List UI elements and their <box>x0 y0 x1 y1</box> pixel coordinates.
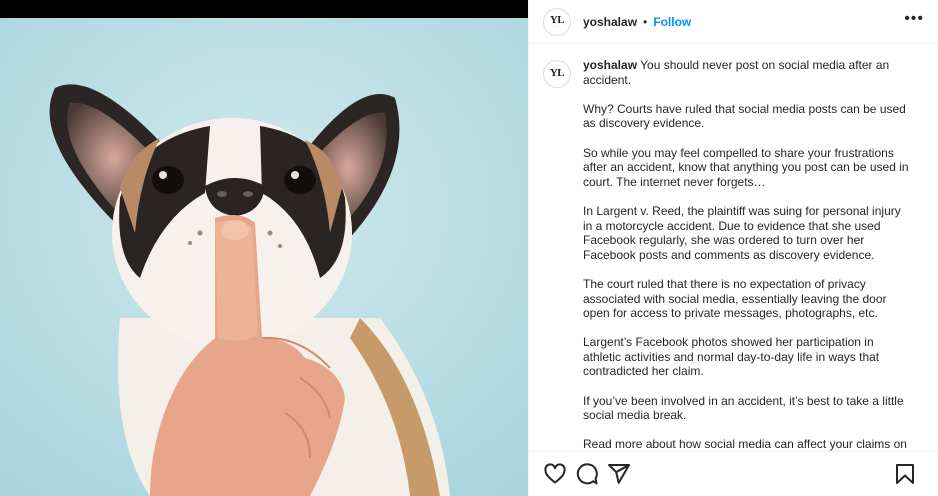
caption-paragraph: In Largent v. Reed, the plaintiff was su… <box>583 203 901 262</box>
caption-avatar[interactable]: YL ······ <box>543 60 571 88</box>
caption-paragraph: So while you may feel compelled to share… <box>583 145 909 189</box>
caption-text: yoshalaw You should never post on social… <box>583 58 913 451</box>
french-bulldog-shush-image <box>0 18 528 496</box>
follow-button[interactable]: Follow <box>653 15 691 29</box>
post-header: YL ······ yoshalaw • Follow ••• <box>529 0 938 44</box>
caption-row: YL ······ yoshalaw You should never post… <box>543 58 925 451</box>
more-options-icon[interactable]: ••• <box>904 11 924 27</box>
caption-paragraph: yoshalaw You should never post on social… <box>583 58 913 87</box>
caption-paragraph: Largent’s Facebook photos showed her par… <box>583 335 880 379</box>
caption-avatar-monogram: YL <box>549 66 565 79</box>
post-panel: YL ······ yoshalaw • Follow ••• YL ·····… <box>528 0 938 496</box>
caption-avatar-subtext: ······ <box>554 77 560 81</box>
caption-username[interactable]: yoshalaw <box>583 58 637 72</box>
avatar-subtext: ······ <box>554 25 560 28</box>
post-media[interactable] <box>0 0 528 496</box>
comment-icon[interactable] <box>575 462 599 486</box>
bookmark-icon[interactable] <box>893 462 917 486</box>
caption-paragraph: The court ruled that there is no expecta… <box>583 276 887 321</box>
share-icon[interactable] <box>607 462 631 486</box>
avatar-monogram: YL <box>549 14 565 26</box>
caption-paragraph: Read more about how social media can aff… <box>583 437 907 451</box>
heart-icon[interactable] <box>543 462 567 486</box>
caption-scroll-area[interactable]: YL ······ yoshalaw You should never post… <box>529 44 938 451</box>
header-username[interactable]: yoshalaw <box>583 15 637 29</box>
avatar[interactable]: YL ······ <box>543 7 571 36</box>
caption-paragraph: If you’ve been involved in an accident, … <box>583 393 904 423</box>
header-separator: • <box>643 14 648 29</box>
post-photo[interactable] <box>0 18 528 496</box>
post-actions <box>529 451 938 496</box>
caption-paragraph: Why? Courts have ruled that social media… <box>583 101 906 131</box>
